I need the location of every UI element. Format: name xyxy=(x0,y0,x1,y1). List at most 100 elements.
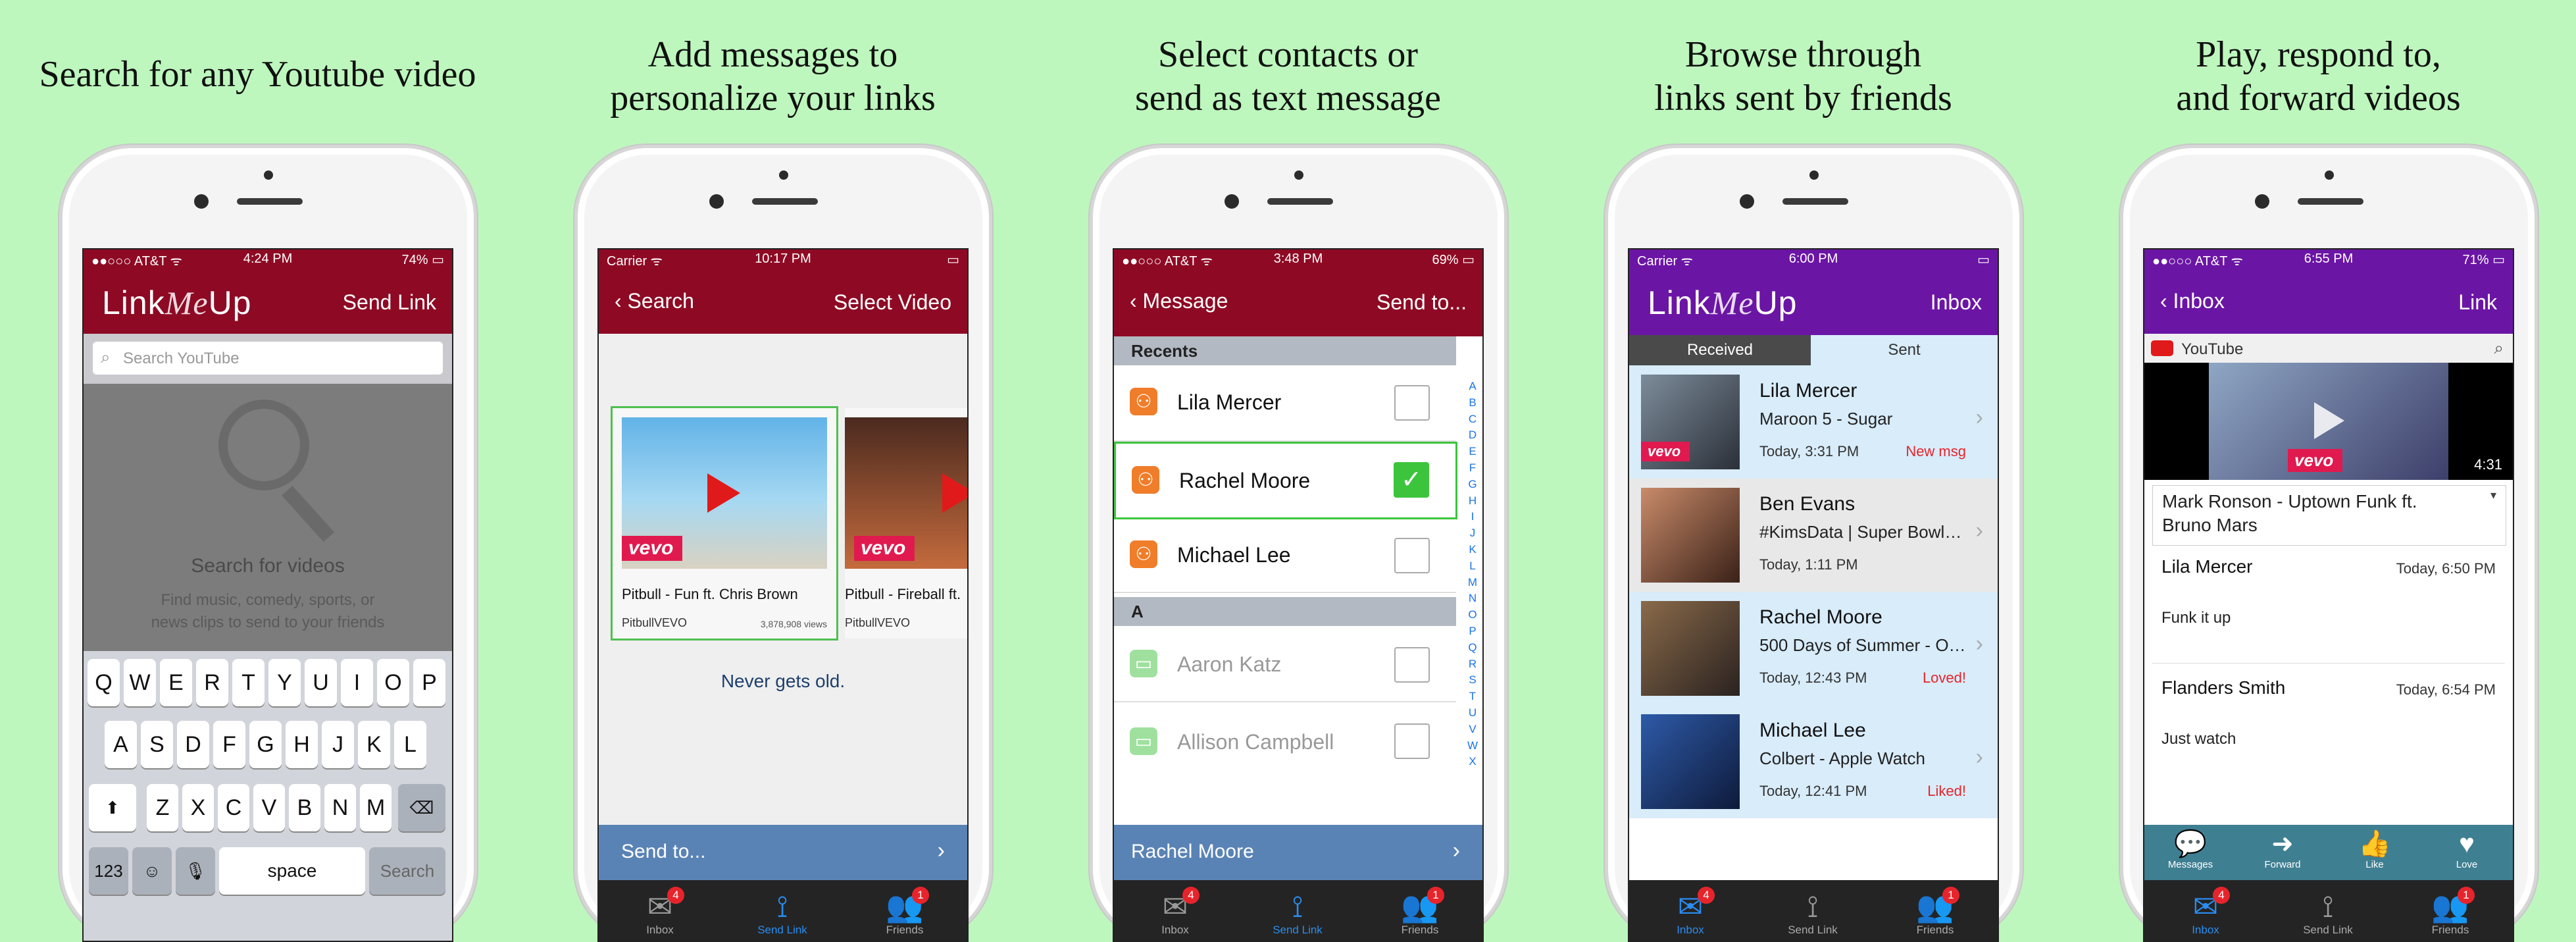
contact-checkbox[interactable] xyxy=(1394,385,1430,421)
key-j[interactable]: J xyxy=(322,721,354,768)
index-letter[interactable]: O xyxy=(1465,607,1480,623)
segment-sent[interactable]: Sent xyxy=(1811,335,1998,365)
tab-send-link[interactable]: ⟟ Send Link xyxy=(1752,889,1874,937)
inbox-row[interactable]: Michael Lee Colbert - Apple Watch Today,… xyxy=(1629,705,1998,818)
video-player[interactable]: vevo 4:31 xyxy=(2144,363,2513,480)
key-c[interactable]: C xyxy=(218,784,249,831)
key-i[interactable]: I xyxy=(341,659,373,706)
tab-friends[interactable]: 👥 Friends 1 xyxy=(1874,887,1996,937)
tab-send-link[interactable]: ⟟ Send Link xyxy=(2267,889,2389,937)
key-123[interactable]: 123 xyxy=(89,847,128,895)
segment-received[interactable]: Received xyxy=(1629,335,1811,365)
key-y[interactable]: Y xyxy=(268,659,301,706)
inbox-row[interactable]: vevo Lila Mercer Maroon 5 - Sugar Today,… xyxy=(1629,365,1998,479)
video-card[interactable]: vevo Pitbull - Fireball ft. PitbullVEVO xyxy=(845,408,967,639)
key-o[interactable]: O xyxy=(377,659,409,706)
tab-inbox[interactable]: ✉ Inbox 4 xyxy=(1114,887,1236,937)
selected-contacts-bar[interactable]: Rachel Moore › xyxy=(1114,825,1482,880)
inbox-row[interactable]: Ben Evans #KimsData | Super Bowl… Today,… xyxy=(1629,479,1998,592)
tab-inbox[interactable]: ✉ Inbox 4 xyxy=(1629,887,1752,937)
contact-row[interactable]: ▭ Aaron Katz xyxy=(1114,626,1456,702)
message-text[interactable]: Never gets old. xyxy=(599,671,967,692)
index-letter[interactable]: V xyxy=(1465,721,1480,738)
key-f[interactable]: F xyxy=(213,721,245,768)
index-letter[interactable]: N xyxy=(1465,590,1480,607)
key-search[interactable]: Search xyxy=(369,847,445,895)
messages-button[interactable]: 💬 Messages xyxy=(2144,829,2236,871)
index-letter[interactable]: Q xyxy=(1465,640,1480,656)
inbox-row[interactable]: Rachel Moore 500 Days of Summer - O… Tod… xyxy=(1629,592,1998,705)
key-a[interactable]: A xyxy=(105,721,137,768)
key-q[interactable]: Q xyxy=(88,659,120,706)
key-w[interactable]: W xyxy=(124,659,156,706)
play-icon[interactable] xyxy=(2314,402,2344,439)
key-e[interactable]: E xyxy=(160,659,192,706)
index-letter[interactable]: I xyxy=(1465,509,1480,525)
forward-button[interactable]: ➜ Forward xyxy=(2236,829,2329,871)
key-z[interactable]: Z xyxy=(147,784,178,831)
index-letter[interactable]: K xyxy=(1465,542,1480,558)
index-letter[interactable]: F xyxy=(1465,460,1480,477)
key-emoji[interactable]: ☺ xyxy=(132,847,172,895)
index-letter[interactable]: R xyxy=(1465,656,1480,673)
contact-row[interactable]: ▭ Allison Campbell xyxy=(1114,704,1456,776)
index-letter[interactable]: B xyxy=(1465,395,1480,411)
key-m[interactable]: M xyxy=(360,784,391,831)
key-shift[interactable]: ⬆ xyxy=(89,784,136,831)
contact-checkbox[interactable] xyxy=(1394,723,1430,759)
back-button[interactable]: ‹ Message xyxy=(1130,289,1228,313)
key-h[interactable]: H xyxy=(286,721,318,768)
index-letter[interactable]: A xyxy=(1465,379,1480,395)
key-t[interactable]: T xyxy=(232,659,265,706)
index-letter[interactable]: G xyxy=(1465,477,1480,493)
key-p[interactable]: P xyxy=(413,659,445,706)
key-d[interactable]: D xyxy=(177,721,209,768)
key-delete[interactable]: ⌫ xyxy=(398,784,445,831)
send-to-bar[interactable]: Send to... › xyxy=(599,825,967,880)
index-letter[interactable]: P xyxy=(1465,623,1480,640)
key-s[interactable]: S xyxy=(141,721,173,768)
contact-row[interactable]: ⚇ Michael Lee xyxy=(1114,519,1456,593)
tab-friends[interactable]: 👥 Friends 1 xyxy=(844,887,966,937)
video-card[interactable]: vevo Pitbull - Fun ft. Chris Brown Pitbu… xyxy=(611,406,838,641)
tab-friends[interactable]: 👥 Friends 1 xyxy=(2389,887,2512,937)
key-r[interactable]: R xyxy=(196,659,228,706)
love-button[interactable]: ♥ Love xyxy=(2421,829,2513,871)
tab-friends[interactable]: 👥 Friends 1 xyxy=(1359,887,1481,937)
index-letter[interactable]: L xyxy=(1465,558,1480,575)
search-input[interactable]: Search YouTube xyxy=(123,350,240,368)
tab-send-link[interactable]: ⟟ Send Link xyxy=(1236,889,1359,937)
index-letter[interactable]: W xyxy=(1465,738,1480,754)
checkmark-icon[interactable]: ✓ xyxy=(1394,462,1429,498)
tab-inbox[interactable]: ✉ Inbox 4 xyxy=(599,887,721,937)
index-letter[interactable]: U xyxy=(1465,705,1480,721)
contact-row[interactable]: ⚇ Lila Mercer xyxy=(1114,365,1456,442)
index-letter[interactable]: E xyxy=(1465,444,1480,460)
index-letter[interactable]: J xyxy=(1465,525,1480,542)
key-k[interactable]: K xyxy=(358,721,390,768)
key-v[interactable]: V xyxy=(253,784,285,831)
key-space[interactable]: space xyxy=(219,847,365,895)
key-g[interactable]: G xyxy=(249,721,282,768)
index-letter[interactable]: H xyxy=(1465,493,1480,510)
key-n[interactable]: N xyxy=(324,784,356,831)
index-letter[interactable]: C xyxy=(1465,411,1480,428)
index-letter[interactable]: M xyxy=(1465,575,1480,591)
back-button[interactable]: ‹ Inbox xyxy=(2160,289,2225,313)
index-letter[interactable]: D xyxy=(1465,427,1480,444)
video-title-select[interactable]: Mark Ronson - Uptown Funk ft. Bruno Mars… xyxy=(2152,485,2506,546)
key-u[interactable]: U xyxy=(305,659,337,706)
key-b[interactable]: B xyxy=(289,784,320,831)
tab-send-link[interactable]: ⟟ Send Link xyxy=(721,889,844,937)
search-icon[interactable]: ⌕ xyxy=(2494,338,2504,359)
index-letter[interactable]: S xyxy=(1465,672,1480,689)
like-button[interactable]: 👍 Like xyxy=(2329,829,2421,871)
send-to-button[interactable]: Send to... xyxy=(1376,290,1467,315)
contact-row[interactable]: ⚇ Rachel Moore ✓ xyxy=(1114,442,1457,519)
send-link-button[interactable]: Send Link xyxy=(343,290,436,315)
tab-inbox[interactable]: ✉ Inbox 4 xyxy=(2144,887,2267,937)
index-letter[interactable]: T xyxy=(1465,689,1480,705)
back-button[interactable]: ‹ Search xyxy=(615,289,694,313)
video-carousel[interactable]: vevo Pitbull - Fun ft. Chris Brown Pitbu… xyxy=(599,334,967,641)
key-l[interactable]: L xyxy=(394,721,426,768)
